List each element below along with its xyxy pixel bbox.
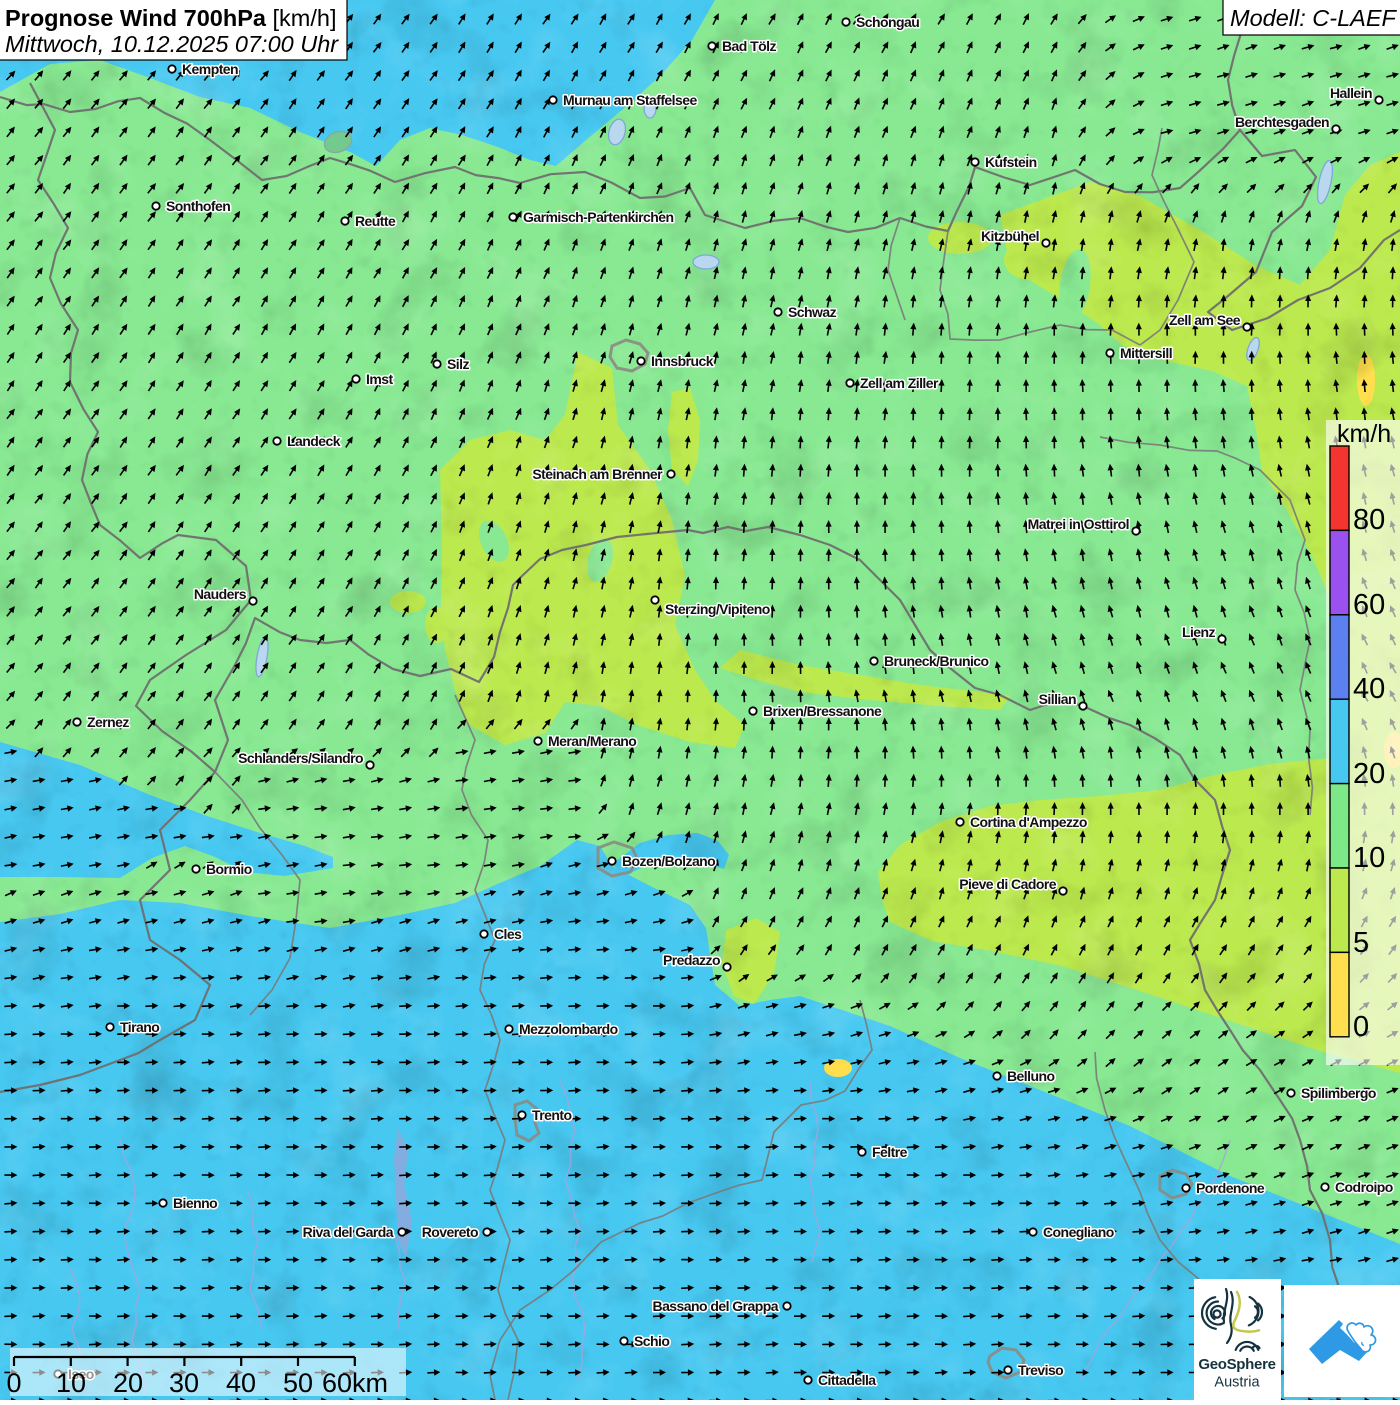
svg-text:Riva del Garda: Riva del Garda bbox=[303, 1224, 394, 1240]
svg-text:GeoSphere: GeoSphere bbox=[1198, 1356, 1275, 1373]
svg-text:20: 20 bbox=[1353, 758, 1385, 790]
svg-text:Steinach am Brenner: Steinach am Brenner bbox=[532, 466, 663, 482]
svg-text:Schio: Schio bbox=[634, 1333, 669, 1349]
svg-text:Pieve di Cadore: Pieve di Cadore bbox=[959, 876, 1057, 892]
svg-text:30: 30 bbox=[169, 1368, 199, 1398]
svg-text:Sterzing/Vipiteno: Sterzing/Vipiteno bbox=[665, 601, 770, 617]
svg-text:Schwaz: Schwaz bbox=[788, 304, 837, 320]
svg-text:Schlanders/Silandro: Schlanders/Silandro bbox=[238, 750, 363, 766]
svg-text:Kufstein: Kufstein bbox=[985, 154, 1037, 170]
svg-text:Conegliano: Conegliano bbox=[1043, 1224, 1114, 1240]
svg-text:Treviso: Treviso bbox=[1018, 1362, 1063, 1378]
svg-text:Mittwoch, 10.12.2025 07:00 Uhr: Mittwoch, 10.12.2025 07:00 Uhr bbox=[5, 31, 339, 57]
svg-text:Rovereto: Rovereto bbox=[422, 1224, 478, 1240]
svg-text:Landeck: Landeck bbox=[287, 433, 341, 449]
svg-text:Bad Tölz: Bad Tölz bbox=[722, 38, 776, 54]
svg-text:Prognose Wind 700hPa [km/h]: Prognose Wind 700hPa [km/h] bbox=[5, 5, 336, 31]
svg-text:Tirano: Tirano bbox=[120, 1019, 159, 1035]
svg-text:Lienz: Lienz bbox=[1182, 624, 1216, 640]
svg-text:Murnau am Staffelsee: Murnau am Staffelsee bbox=[563, 92, 697, 108]
svg-text:40: 40 bbox=[226, 1368, 256, 1398]
svg-text:Bienno: Bienno bbox=[173, 1195, 217, 1211]
svg-text:Austria: Austria bbox=[1214, 1375, 1260, 1391]
svg-text:5: 5 bbox=[1353, 927, 1369, 959]
svg-text:Imst: Imst bbox=[366, 371, 393, 387]
svg-text:Spilimbergo: Spilimbergo bbox=[1301, 1085, 1376, 1101]
svg-text:60: 60 bbox=[1353, 589, 1385, 621]
svg-text:Schongau: Schongau bbox=[856, 14, 919, 30]
svg-text:Reutte: Reutte bbox=[355, 213, 396, 229]
svg-text:Mezzolombardo: Mezzolombardo bbox=[519, 1021, 618, 1037]
svg-text:Hallein: Hallein bbox=[1330, 85, 1372, 101]
svg-text:50: 50 bbox=[283, 1368, 313, 1398]
svg-text:Kempten: Kempten bbox=[182, 61, 238, 77]
svg-text:Predazzo: Predazzo bbox=[663, 952, 720, 968]
svg-text:Kitzbühel: Kitzbühel bbox=[981, 228, 1039, 244]
svg-text:Berchtesgaden: Berchtesgaden bbox=[1235, 114, 1329, 130]
svg-text:Cortina d'Ampezzo: Cortina d'Ampezzo bbox=[970, 814, 1087, 830]
svg-text:Cles: Cles bbox=[494, 926, 522, 942]
svg-text:80: 80 bbox=[1353, 504, 1385, 536]
svg-text:Nauders: Nauders bbox=[194, 586, 247, 602]
svg-text:0: 0 bbox=[6, 1368, 21, 1398]
svg-text:Brixen/Bressanone: Brixen/Bressanone bbox=[763, 703, 882, 719]
svg-text:Trento: Trento bbox=[532, 1107, 571, 1123]
svg-text:10: 10 bbox=[1353, 842, 1385, 874]
svg-text:10: 10 bbox=[56, 1368, 86, 1398]
svg-text:Bruneck/Brunico: Bruneck/Brunico bbox=[884, 653, 989, 669]
svg-text:Sonthofen: Sonthofen bbox=[166, 198, 230, 214]
svg-text:Matrei in Osttirol: Matrei in Osttirol bbox=[1028, 516, 1129, 532]
svg-text:Feltre: Feltre bbox=[872, 1144, 908, 1160]
svg-text:0: 0 bbox=[1353, 1011, 1369, 1043]
svg-text:Zell am See: Zell am See bbox=[1169, 312, 1241, 328]
svg-text:Bormio: Bormio bbox=[206, 861, 252, 877]
svg-text:Silz: Silz bbox=[447, 356, 469, 372]
svg-text:20: 20 bbox=[113, 1368, 143, 1398]
svg-text:Zernez: Zernez bbox=[87, 714, 129, 730]
svg-text:Zell am Ziller: Zell am Ziller bbox=[860, 375, 939, 391]
svg-text:Meran/Merano: Meran/Merano bbox=[548, 733, 636, 749]
svg-text:Bozen/Bolzano: Bozen/Bolzano bbox=[622, 853, 715, 869]
svg-text:40: 40 bbox=[1353, 673, 1385, 705]
svg-text:Innsbruck: Innsbruck bbox=[651, 353, 714, 369]
svg-text:Sillian: Sillian bbox=[1039, 691, 1076, 707]
svg-text:km/h: km/h bbox=[1337, 420, 1391, 448]
svg-text:Mittersill: Mittersill bbox=[1120, 345, 1172, 361]
svg-text:Codroipo: Codroipo bbox=[1335, 1179, 1393, 1195]
svg-text:Modell: C-LAEF: Modell: C-LAEF bbox=[1230, 5, 1397, 31]
svg-text:60km: 60km bbox=[322, 1368, 388, 1398]
svg-text:Cittadella: Cittadella bbox=[818, 1372, 876, 1388]
svg-text:Garmisch-Partenkirchen: Garmisch-Partenkirchen bbox=[523, 209, 674, 225]
svg-text:Bassano del Grappa: Bassano del Grappa bbox=[653, 1298, 779, 1314]
svg-text:Belluno: Belluno bbox=[1007, 1068, 1054, 1084]
svg-text:Pordenone: Pordenone bbox=[1196, 1180, 1265, 1196]
